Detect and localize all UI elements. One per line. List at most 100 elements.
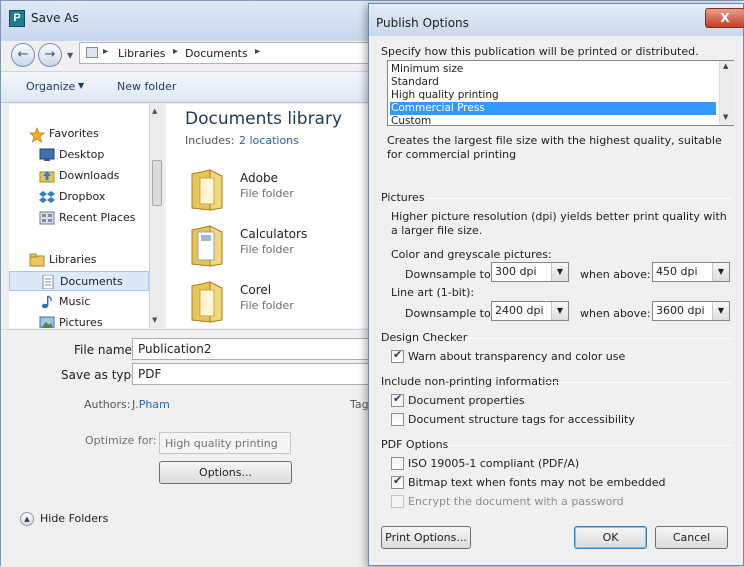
file-name-label: File name: bbox=[74, 343, 136, 357]
listbox-scrollbar[interactable]: ▲ ▼ bbox=[719, 61, 734, 125]
pictures-icon bbox=[39, 316, 55, 328]
color-above-label: when above: bbox=[580, 268, 651, 281]
address-bar[interactable]: ▸ Libraries ▸ Documents ▸ bbox=[79, 42, 379, 64]
select-value: 2400 dpi bbox=[495, 304, 544, 317]
back-button[interactable]: ← bbox=[11, 43, 35, 67]
publish-options-title-bar[interactable]: Publish Options bbox=[369, 4, 743, 36]
color-downsample-select[interactable]: 300 dpi ▼ bbox=[491, 262, 569, 282]
scroll-down-arrow-icon[interactable]: ▼ bbox=[152, 316, 157, 324]
iso-compliant-label[interactable]: ISO 19005-1 compliant (PDF/A) bbox=[408, 457, 579, 470]
document-properties-checkbox[interactable] bbox=[391, 392, 404, 407]
list-item-high-quality-printing[interactable]: High quality printing bbox=[390, 89, 716, 102]
publisher-icon: P bbox=[9, 10, 25, 27]
list-item-custom[interactable]: Custom bbox=[390, 115, 716, 128]
nav-item-music[interactable]: Music bbox=[9, 292, 149, 312]
section-divider bbox=[447, 445, 731, 446]
nav-pane-scrollbar[interactable]: ▲ ▼ bbox=[149, 104, 164, 328]
scroll-down-arrow-icon[interactable]: ▼ bbox=[723, 113, 728, 121]
bitmap-text-label[interactable]: Bitmap text when fonts may not be embedd… bbox=[408, 476, 666, 489]
back-arrow-icon: ← bbox=[17, 47, 29, 62]
cancel-button[interactable]: Cancel bbox=[655, 526, 728, 549]
folder-name: Adobe bbox=[240, 171, 278, 185]
nav-item-dropbox[interactable]: Dropbox bbox=[9, 187, 149, 207]
nav-item-favorites[interactable]: Favorites bbox=[9, 124, 149, 144]
dropbox-icon bbox=[39, 190, 55, 204]
breadcrumb-libraries[interactable]: Libraries bbox=[118, 47, 166, 60]
iso-compliant-checkbox[interactable] bbox=[391, 457, 404, 470]
forward-button[interactable]: → bbox=[38, 43, 62, 67]
bitmap-text-checkbox[interactable] bbox=[391, 474, 404, 489]
folder-type: File folder bbox=[240, 243, 294, 256]
scroll-up-arrow-icon[interactable]: ▲ bbox=[723, 62, 728, 70]
folder-item-calculators[interactable]: Calculators File folder bbox=[188, 220, 358, 270]
ok-button[interactable]: OK bbox=[574, 526, 647, 549]
folder-icon bbox=[188, 280, 224, 324]
organize-menu-button[interactable]: Organize bbox=[26, 80, 75, 93]
organize-dropdown-icon[interactable]: ▼ bbox=[78, 81, 84, 90]
color-above-select[interactable]: 450 dpi ▼ bbox=[652, 262, 730, 282]
chevron-down-icon[interactable]: ▼ bbox=[712, 263, 729, 281]
hide-folders-button[interactable]: Hide Folders bbox=[40, 512, 108, 525]
nav-item-desktop[interactable]: Desktop bbox=[9, 145, 149, 165]
nav-item-label: Favorites bbox=[49, 127, 99, 140]
optimize-for-label: Optimize for: bbox=[85, 434, 157, 447]
navigation-pane: Favorites Desktop Downloads Dropbox Rece… bbox=[9, 104, 163, 328]
chevron-down-icon[interactable]: ▼ bbox=[712, 302, 729, 320]
list-item-commercial-press[interactable]: Commercial Press bbox=[390, 102, 716, 115]
pictures-description: Higher picture resolution (dpi) yields b… bbox=[391, 210, 727, 237]
authors-value[interactable]: J.Pham bbox=[132, 398, 170, 411]
document-properties-label[interactable]: Document properties bbox=[408, 394, 525, 407]
breadcrumb-documents[interactable]: Documents bbox=[185, 47, 248, 60]
desktop-icon bbox=[39, 148, 55, 162]
authors-label: Authors: bbox=[84, 398, 131, 411]
print-options-button[interactable]: Print Options... bbox=[381, 526, 471, 549]
folder-name: Calculators bbox=[240, 227, 308, 241]
select-value: 300 dpi bbox=[495, 265, 537, 278]
options-button[interactable]: Options... bbox=[159, 461, 292, 484]
structure-tags-label[interactable]: Document structure tags for accessibilit… bbox=[408, 413, 635, 426]
color-downsample-label: Downsample to: bbox=[405, 268, 495, 281]
chevron-down-icon[interactable]: ▼ bbox=[551, 302, 568, 320]
window-title: Save As bbox=[31, 11, 79, 25]
breadcrumb-separator[interactable]: ▸ bbox=[255, 46, 260, 57]
nav-item-label: Music bbox=[59, 295, 91, 308]
list-item-minimum-size[interactable]: Minimum size bbox=[390, 63, 716, 76]
chevron-up-icon[interactable]: ▲ bbox=[20, 512, 34, 526]
new-folder-button[interactable]: New folder bbox=[117, 80, 176, 93]
nav-item-downloads[interactable]: Downloads bbox=[9, 166, 149, 186]
structure-tags-checkbox[interactable] bbox=[391, 413, 404, 426]
nav-item-recent-places[interactable]: Recent Places bbox=[9, 208, 149, 228]
nav-item-label: Downloads bbox=[59, 169, 120, 182]
folder-type: File folder bbox=[240, 187, 294, 200]
folder-item-corel[interactable]: Corel File folder bbox=[188, 276, 358, 326]
color-pictures-label: Color and greyscale pictures: bbox=[391, 248, 552, 261]
music-icon bbox=[39, 295, 55, 309]
warn-transparency-label[interactable]: Warn about transparency and color use bbox=[408, 350, 625, 363]
pictures-section-title: Pictures bbox=[381, 191, 425, 204]
locations-link[interactable]: 2 locations bbox=[239, 134, 299, 147]
scroll-up-arrow-icon[interactable]: ▲ bbox=[152, 107, 157, 115]
nav-item-documents[interactable]: Documents bbox=[9, 271, 149, 291]
breadcrumb-separator[interactable]: ▸ bbox=[103, 46, 108, 57]
list-item-standard[interactable]: Standard bbox=[390, 76, 716, 89]
scrollbar-thumb[interactable] bbox=[152, 160, 162, 206]
folder-item-adobe[interactable]: Adobe File folder bbox=[188, 164, 358, 214]
file-name-input[interactable]: Publication2 bbox=[132, 338, 372, 360]
nav-item-libraries[interactable]: Libraries bbox=[9, 250, 149, 270]
dialog-close-button[interactable]: X bbox=[705, 8, 744, 28]
encrypt-label: Encrypt the document with a password bbox=[408, 495, 624, 508]
warn-transparency-checkbox[interactable] bbox=[391, 348, 404, 363]
line-art-downsample-select[interactable]: 2400 dpi ▼ bbox=[491, 301, 569, 321]
publish-type-listbox[interactable]: Minimum size Standard High quality print… bbox=[387, 60, 734, 128]
breadcrumb-separator[interactable]: ▸ bbox=[173, 46, 178, 57]
line-art-downsample-label: Downsample to: bbox=[405, 307, 495, 320]
documents-icon bbox=[40, 274, 56, 290]
star-icon bbox=[29, 127, 45, 143]
nav-item-label: Libraries bbox=[49, 253, 97, 266]
recent-pages-dropdown[interactable]: ▼ bbox=[67, 51, 73, 60]
forward-arrow-icon: → bbox=[44, 47, 56, 62]
line-art-above-select[interactable]: 3600 dpi ▼ bbox=[652, 301, 730, 321]
save-as-type-select[interactable]: PDF bbox=[132, 363, 372, 385]
nav-item-pictures[interactable]: Pictures bbox=[9, 313, 149, 328]
chevron-down-icon[interactable]: ▼ bbox=[551, 263, 568, 281]
